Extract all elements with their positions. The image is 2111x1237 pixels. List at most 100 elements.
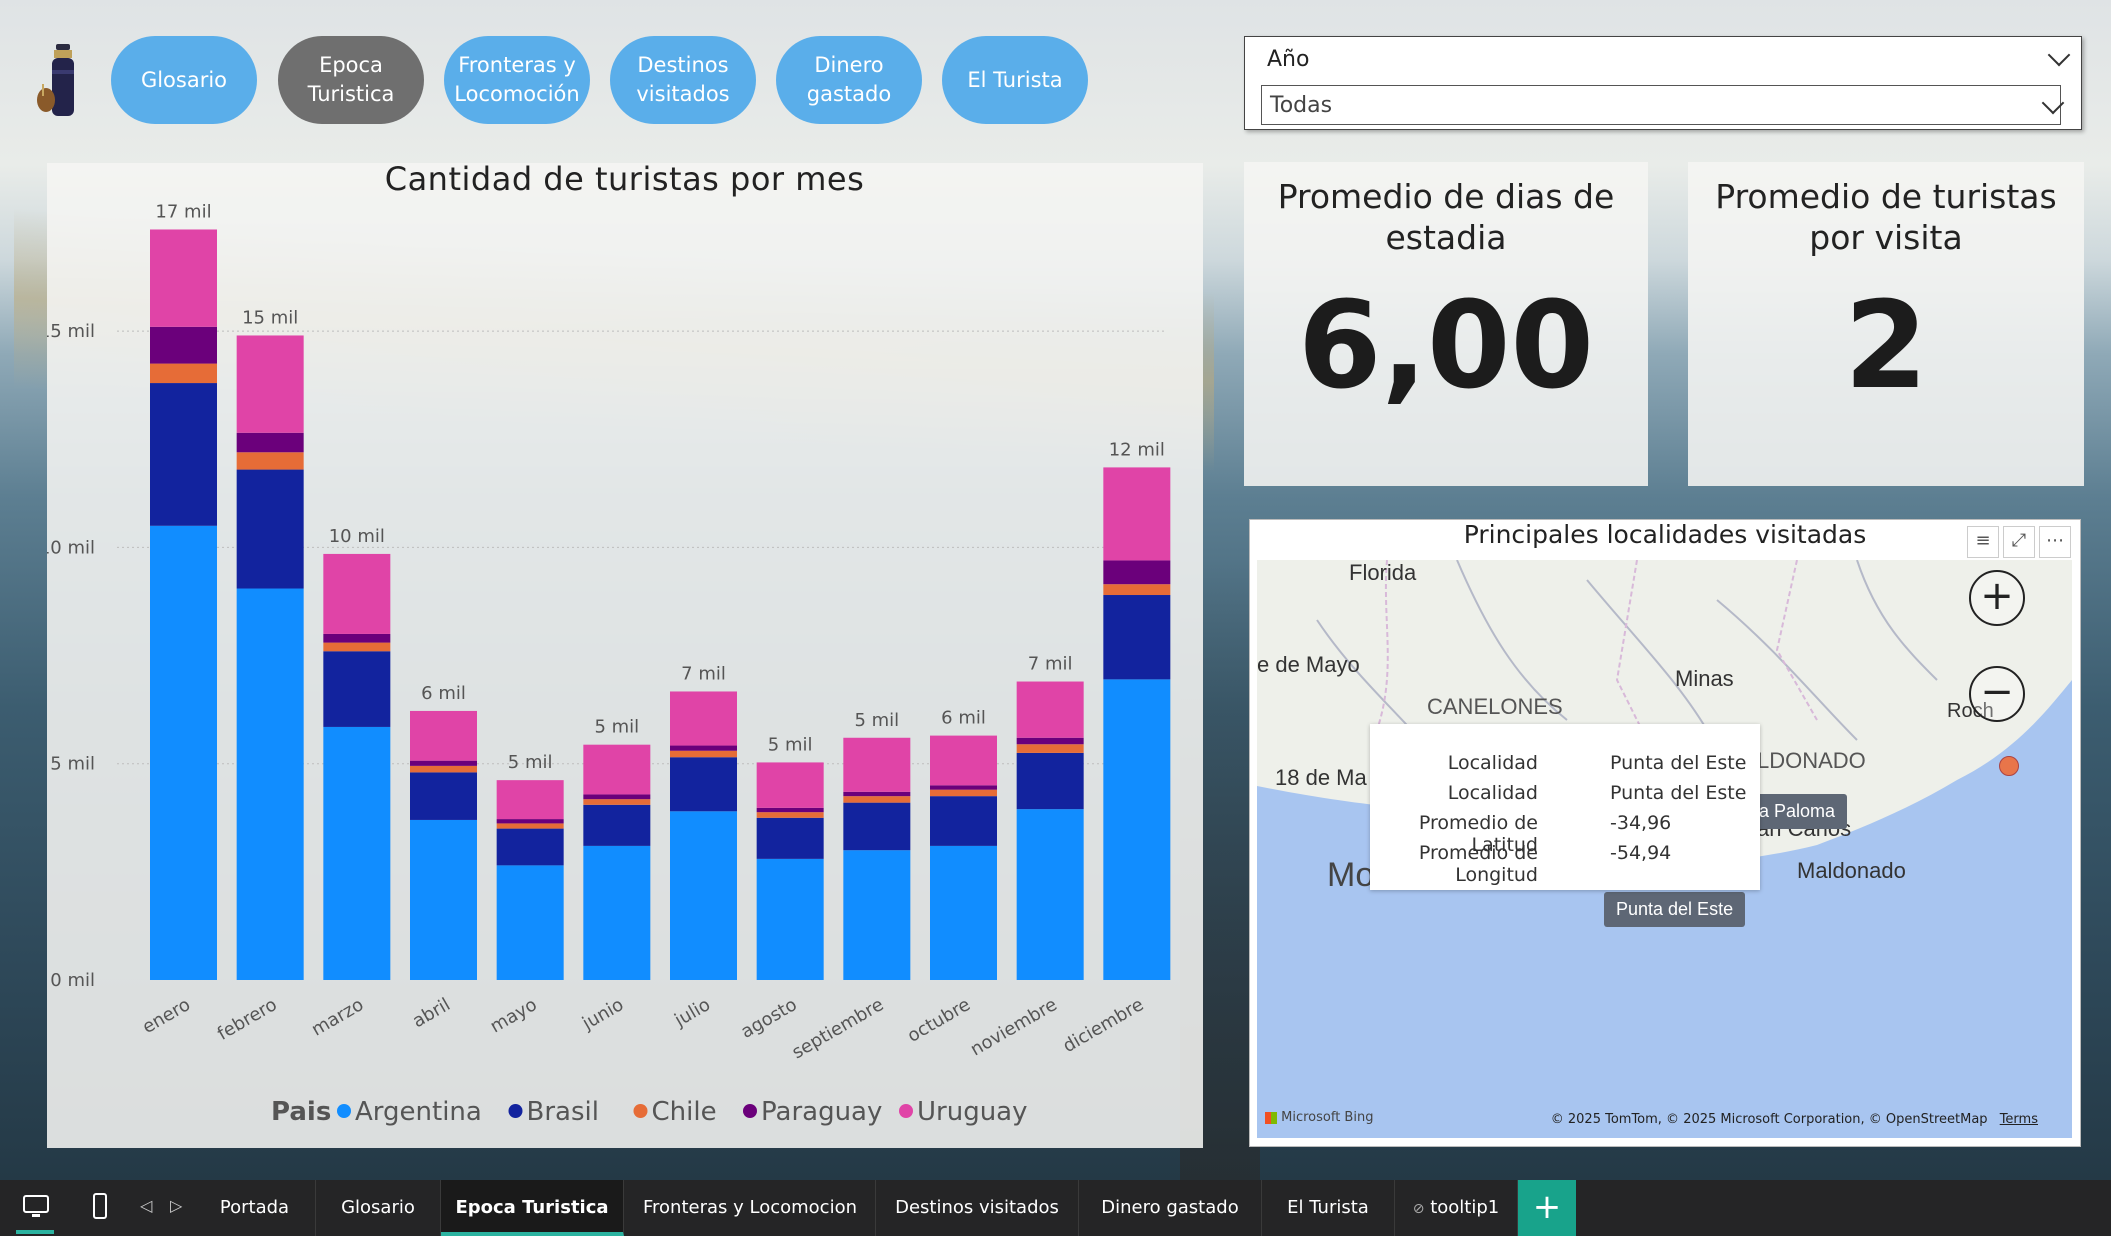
legend-item: Argentina bbox=[355, 1097, 482, 1127]
bar-segment-chile bbox=[843, 796, 911, 803]
legend-marker bbox=[508, 1104, 523, 1118]
map-title: Principales localidades visitadas bbox=[1463, 520, 1867, 549]
legend-title: Pais bbox=[271, 1097, 331, 1127]
bar-segment-uruguay bbox=[1016, 681, 1084, 738]
page-tab-bar: ◁ ▷ Portada Glosario Epoca Turistica Fro… bbox=[0, 1180, 2111, 1236]
year-slicer[interactable]: Año Todas bbox=[1244, 36, 2082, 130]
bar-segment-chile bbox=[496, 823, 564, 829]
map-attribution: © 2025 TomTom, © 2025 Microsoft Corporat… bbox=[1551, 1112, 2038, 1127]
slicer-title: Año bbox=[1267, 47, 1310, 72]
data-label: 5 mil bbox=[768, 734, 813, 755]
chevron-down-icon[interactable] bbox=[2047, 43, 2071, 67]
attribution-text: © 2025 TomTom, © 2025 Microsoft Corporat… bbox=[1550, 1112, 1988, 1127]
focus-mode-icon[interactable]: ⤢ bbox=[2003, 526, 2035, 558]
card-value: 6,00 bbox=[1297, 277, 1595, 416]
tab-tooltip1[interactable]: ⊘ tooltip1 bbox=[1395, 1180, 1518, 1236]
zoom-in-button[interactable]: + bbox=[1969, 570, 2025, 626]
avg-tourists-card: Promedio de turistas por visita 2 bbox=[1688, 162, 2084, 486]
map-bubble-la-paloma[interactable] bbox=[1999, 756, 2019, 776]
legend-item: Brasil bbox=[527, 1097, 599, 1127]
filter-icon[interactable]: ≡ bbox=[1967, 526, 1999, 558]
tab-glosario[interactable]: Glosario bbox=[316, 1180, 441, 1236]
map-label-25-de-mayo: e de Mayo bbox=[1257, 652, 1360, 677]
zoom-out-button[interactable]: − bbox=[1969, 666, 2025, 722]
x-tick-label: diciembre bbox=[1059, 994, 1147, 1057]
desktop-view-icon[interactable] bbox=[22, 1194, 50, 1220]
bar-segment-argentina bbox=[1103, 679, 1171, 980]
map-label-maldonado-dept: LDONADO bbox=[1757, 748, 1866, 773]
bar-segment-uruguay bbox=[236, 335, 304, 433]
legend-item: Chile bbox=[652, 1097, 717, 1127]
bar-segment-uruguay bbox=[843, 737, 911, 792]
bar-segment-brasil bbox=[323, 651, 391, 727]
bar-segment-brasil bbox=[670, 757, 737, 812]
bar-segment-brasil bbox=[583, 804, 651, 846]
nav-button-el-turista[interactable]: El Turista bbox=[942, 36, 1088, 124]
map-label-18-de-mayo: 18 de Ma bbox=[1275, 765, 1367, 790]
next-page-icon[interactable]: ▷ bbox=[170, 1196, 182, 1215]
x-tick-label: noviembre bbox=[967, 994, 1061, 1060]
terms-link[interactable]: Terms bbox=[2000, 1112, 2038, 1127]
bar-segment-brasil bbox=[1016, 752, 1084, 810]
bar-segment-argentina bbox=[323, 726, 391, 980]
bar-segment-paraguay bbox=[410, 760, 477, 766]
tab-el-turista[interactable]: El Turista bbox=[1262, 1180, 1395, 1236]
data-label: 12 mil bbox=[1109, 439, 1165, 460]
add-page-button[interactable]: + bbox=[1518, 1180, 1576, 1236]
tooltip-row: Localidad Punta del Este bbox=[1447, 752, 1747, 774]
legend-marker bbox=[743, 1104, 757, 1118]
tab-destinos[interactable]: Destinos visitados bbox=[876, 1180, 1079, 1236]
tab-portada[interactable]: Portada bbox=[194, 1180, 316, 1236]
bar-segment-argentina bbox=[496, 865, 564, 980]
slicer-dropdown[interactable]: Todas bbox=[1261, 85, 2061, 125]
bar-segment-argentina bbox=[930, 845, 997, 980]
tab-dinero[interactable]: Dinero gastado bbox=[1079, 1180, 1262, 1236]
bar-segment-paraguay bbox=[843, 791, 911, 797]
bar-segment-brasil bbox=[410, 772, 477, 820]
bar-segment-chile bbox=[1103, 584, 1171, 596]
y-tick-label: 10 mil bbox=[47, 537, 95, 558]
bar-segment-brasil bbox=[930, 796, 997, 846]
bar-segment-uruguay bbox=[410, 710, 477, 761]
legend-item: Paraguay bbox=[761, 1097, 882, 1127]
mobile-view-icon[interactable] bbox=[92, 1192, 108, 1222]
legend-marker bbox=[899, 1104, 913, 1118]
nav-button-dinero[interactable]: Dinero gastado bbox=[776, 36, 922, 124]
nav-button-epoca-turistica[interactable]: Epoca Turistica bbox=[278, 36, 424, 124]
bar-segment-paraguay bbox=[496, 819, 564, 824]
bar-segment-argentina bbox=[410, 819, 477, 980]
bar-segment-argentina bbox=[583, 845, 651, 980]
bar-segment-brasil bbox=[150, 383, 217, 526]
map-label-montevideo: Mo bbox=[1327, 856, 1375, 894]
bar-segment-uruguay bbox=[930, 735, 997, 786]
y-tick-label: 0 mil bbox=[50, 970, 95, 991]
bar-segment-paraguay bbox=[930, 785, 997, 790]
legend-marker bbox=[633, 1104, 648, 1118]
x-tick-label: enero bbox=[139, 994, 194, 1038]
bar-segment-paraguay bbox=[1103, 560, 1171, 585]
map-tooltip: Localidad Punta del Este Localidad Punta d… bbox=[1370, 724, 1760, 890]
y-tick-label: 15 mil bbox=[47, 321, 95, 342]
nav-button-fronteras[interactable]: Fronteras y Locomoción bbox=[444, 36, 590, 124]
more-options-icon[interactable]: ⋯ bbox=[2039, 526, 2071, 558]
logo-icon bbox=[37, 44, 74, 116]
bar-segment-chile bbox=[323, 642, 391, 652]
data-label: 5 mil bbox=[508, 752, 553, 773]
bar-segment-argentina bbox=[150, 525, 217, 980]
bar-segment-uruguay bbox=[670, 691, 737, 746]
slicer-selected-value: Todas bbox=[1270, 93, 1333, 118]
tooltip-row: Promedio de Latitud -34,96 bbox=[1418, 812, 1672, 856]
nav-button-glosario[interactable]: Glosario bbox=[111, 36, 257, 124]
tooltip-row: Localidad Punta del Este bbox=[1447, 782, 1747, 804]
bar-segment-paraguay bbox=[1016, 737, 1084, 745]
bar-segment-uruguay bbox=[150, 229, 217, 327]
prev-page-icon[interactable]: ◁ bbox=[140, 1196, 152, 1215]
tab-fronteras[interactable]: Fronteras y Locomocion bbox=[625, 1180, 876, 1236]
tab-epoca-turistica[interactable]: Epoca Turistica bbox=[441, 1180, 624, 1236]
data-label: 6 mil bbox=[421, 683, 466, 704]
x-tick-label: septiembre bbox=[788, 994, 887, 1063]
y-tick-label: 5 mil bbox=[50, 754, 95, 775]
nav-button-destinos[interactable]: Destinos visitados bbox=[610, 36, 756, 124]
bar-segment-chile bbox=[670, 750, 737, 758]
hidden-page-icon: ⊘ bbox=[1412, 1201, 1425, 1217]
